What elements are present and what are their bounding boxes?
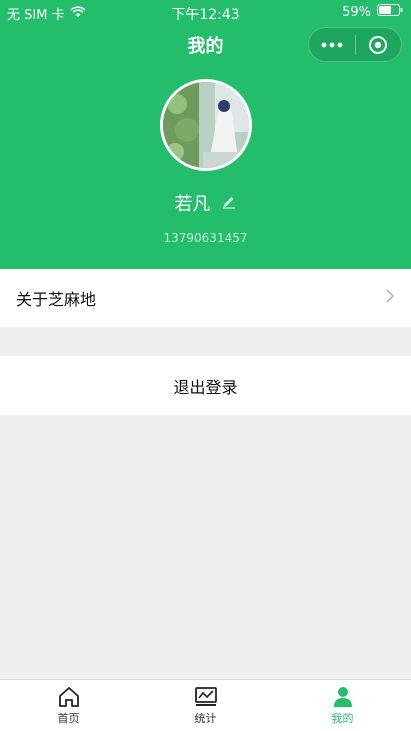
chevron-right-icon <box>385 288 395 308</box>
edit-name-button[interactable] <box>221 193 237 213</box>
tab-home-label: 首页 <box>57 712 80 725</box>
mini-program-capsule <box>308 27 402 62</box>
username-row: 若凡 <box>0 190 411 216</box>
logout-label: 退出登录 <box>173 377 238 397</box>
battery-icon <box>377 4 403 20</box>
about-label: 关于芝麻地 <box>16 290 97 309</box>
tab-mine[interactable]: 我的 <box>274 680 411 731</box>
chart-icon <box>194 687 217 706</box>
avatar[interactable] <box>160 79 252 171</box>
home-icon <box>58 687 79 707</box>
pencil-icon <box>222 197 235 209</box>
tab-mine-label: 我的 <box>331 712 354 725</box>
avatar-image <box>163 82 249 168</box>
battery-percent: 59% <box>342 4 371 20</box>
battery-group: 59% <box>342 4 403 20</box>
tab-stats-label: 统计 <box>194 712 217 725</box>
tab-bar: 首页 统计 我的 <box>0 679 411 731</box>
profile-header: 无 SIM 卡 下午12:43 59% 我的 若凡 13790631457 <box>0 0 411 269</box>
more-dots-icon <box>321 42 343 47</box>
close-miniprogram-button[interactable] <box>355 28 401 61</box>
logout-button[interactable]: 退出登录 <box>0 356 411 415</box>
username: 若凡 <box>174 194 211 215</box>
target-icon <box>369 35 388 54</box>
user-icon <box>333 687 352 707</box>
phone-number: 13790631457 <box>163 231 248 245</box>
tab-home[interactable]: 首页 <box>0 680 137 731</box>
tab-stats[interactable]: 统计 <box>137 680 274 731</box>
more-button[interactable] <box>309 28 355 61</box>
about-row[interactable]: 关于芝麻地 <box>0 269 411 327</box>
status-bar: 无 SIM 卡 下午12:43 59% <box>0 0 411 24</box>
